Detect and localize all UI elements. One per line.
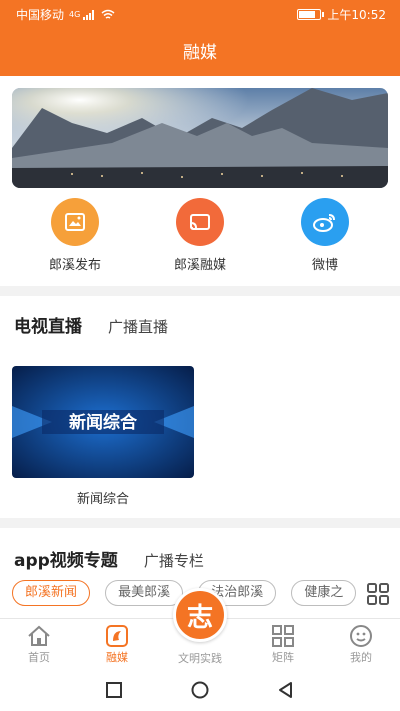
volunteer-glyph-icon: 志 — [186, 602, 213, 633]
nav-label: 融媒 — [106, 651, 128, 664]
back-icon[interactable] — [276, 680, 296, 700]
quick-action-weibo[interactable]: 微博 — [275, 198, 375, 273]
nav-me[interactable]: 我的 — [326, 623, 396, 665]
civilization-practice-button[interactable]: 志 — [173, 588, 227, 642]
banner-image[interactable] — [12, 88, 388, 188]
media-icon — [106, 625, 128, 647]
nav-matrix[interactable]: 矩阵 — [248, 623, 318, 665]
live-section: 电视直播 广播直播 新闻综合 新闻综合 — [0, 296, 400, 518]
tab-tv-live[interactable]: 电视直播 — [14, 312, 82, 337]
carrier-label: 中国移动 — [16, 8, 65, 22]
home-button-icon[interactable] — [190, 680, 210, 700]
quick-action-langxi-media[interactable]: 郎溪融媒 — [150, 198, 250, 273]
chip-health[interactable]: 健康之 — [291, 580, 357, 606]
chip-langxi-news[interactable]: 郎溪新闻 — [12, 580, 91, 606]
quick-action-label: 郎溪融媒 — [173, 258, 226, 273]
nav-label: 我的 — [350, 651, 372, 664]
signal-icon — [83, 9, 95, 20]
network-label: 4G — [69, 10, 81, 19]
matrix-icon — [272, 625, 294, 647]
quick-action-label: 微博 — [311, 258, 338, 273]
video-caption: 新闻综合 — [76, 492, 129, 507]
tab-radio-live[interactable]: 广播直播 — [108, 316, 168, 337]
video-title-overlay: 新闻综合 — [69, 412, 138, 433]
wifi-icon — [101, 9, 115, 19]
recent-apps-icon[interactable] — [104, 680, 124, 700]
nav-label: 首页 — [28, 651, 50, 664]
smile-icon — [350, 625, 372, 647]
tab-app-video-topics[interactable]: app视频专题 — [14, 546, 118, 571]
nav-label-civilization-practice: 文明实践 — [178, 652, 222, 665]
cast-icon — [176, 198, 224, 246]
grid-menu-icon[interactable] — [366, 582, 390, 606]
nav-label: 矩阵 — [272, 651, 294, 664]
quick-action-langxi-release[interactable]: 郎溪发布 — [25, 198, 125, 273]
nav-home[interactable]: 首页 — [4, 623, 74, 665]
status-bar: 中国移动 4G 上午10:52 — [0, 0, 400, 28]
page-title: 融媒 — [183, 43, 217, 63]
battery-icon — [297, 9, 325, 20]
weibo-icon — [301, 198, 349, 246]
nav-media[interactable]: 融媒 — [82, 623, 152, 665]
picture-icon — [51, 198, 99, 246]
clock: 上午10:52 — [327, 8, 386, 22]
chip-beautiful-langxi[interactable]: 最美郎溪 — [105, 580, 184, 606]
tab-radio-columns[interactable]: 广播专栏 — [144, 550, 204, 571]
system-nav-bar — [0, 668, 400, 711]
quick-action-label: 郎溪发布 — [48, 258, 101, 273]
home-icon — [28, 625, 50, 646]
banner-card: 郎溪发布 郎溪融媒 微博 — [0, 76, 400, 286]
video-thumbnail-news[interactable]: 新闻综合 — [12, 366, 194, 478]
